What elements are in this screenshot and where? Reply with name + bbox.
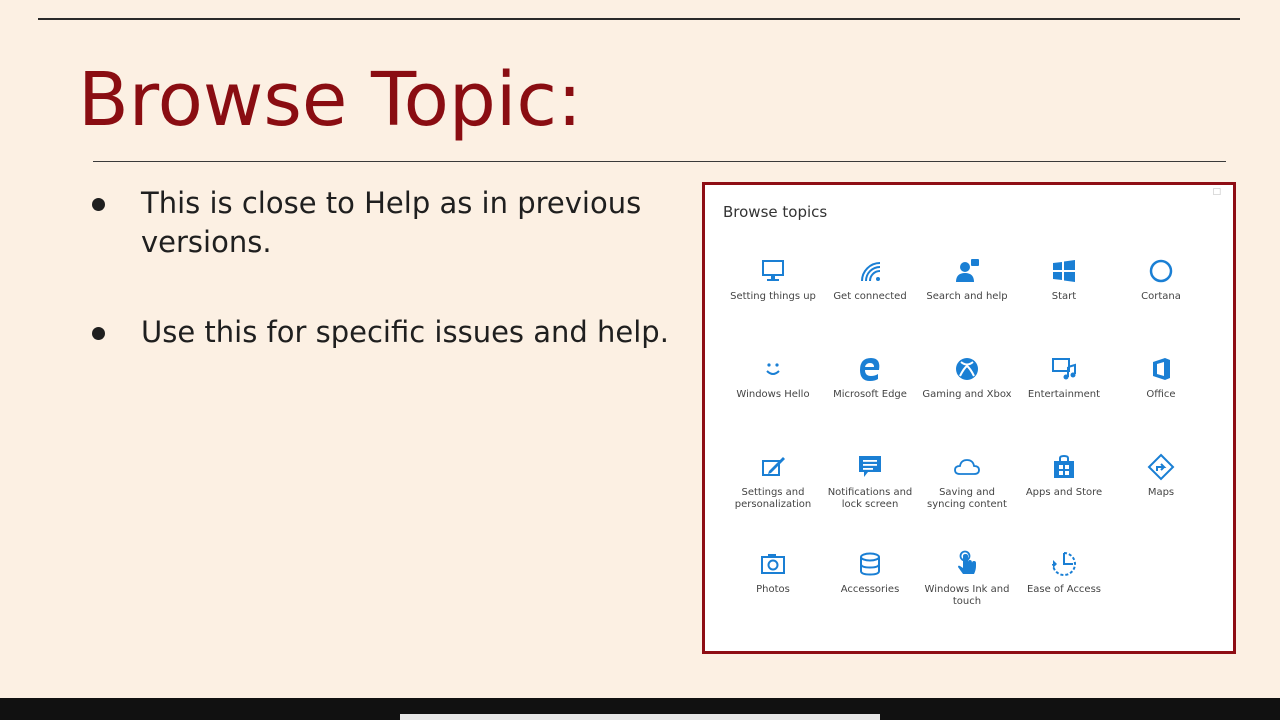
topic-label: Saving and syncing content [927, 487, 1007, 510]
topic-notifications-and-lock-screen[interactable]: Notifications and lock screen [822, 453, 918, 511]
topic-label: Gaming and Xbox [922, 389, 1012, 400]
bottom-strip [400, 714, 880, 720]
monitor-icon [762, 260, 784, 281]
topic-label: Microsoft Edge [833, 389, 907, 400]
topic-label: Accessories [840, 584, 900, 595]
bullet-item: This is close to Help as in previous ver… [88, 184, 688, 262]
topic-entertainment[interactable]: Entertainment [1016, 355, 1112, 401]
topic-windows-hello[interactable]: Windows Hello [725, 355, 821, 401]
notification-icon [859, 456, 881, 477]
smile-icon [766, 363, 780, 375]
topic-label: Ease of Access [1026, 584, 1102, 595]
topic-label: Photos [756, 584, 790, 595]
media-icon [1052, 358, 1076, 380]
bullet-item: Use this for specific issues and help. [88, 313, 688, 352]
slide-title: Browse Topic: [78, 57, 583, 143]
topic-label: Search and help [926, 291, 1008, 302]
xbox-icon [956, 358, 978, 380]
office-icon [1153, 358, 1170, 380]
topic-maps[interactable]: Maps [1113, 453, 1209, 499]
topic-label: Start [1051, 291, 1077, 302]
bullet-text: This is close to Help as in previous ver… [141, 186, 642, 259]
wifi-icon [861, 262, 881, 282]
bullet-dot-icon [92, 327, 105, 340]
bullet-text: Use this for specific issues and help. [141, 315, 669, 349]
database-icon [860, 552, 880, 576]
topic-label: Office [1146, 389, 1176, 400]
topic-label: Setting things up [730, 291, 816, 302]
store-bag-icon [1054, 454, 1074, 478]
topic-label: Windows Ink and touch [924, 584, 1010, 607]
topic-start[interactable]: Start [1016, 257, 1112, 303]
pen-edit-icon [762, 457, 785, 476]
touch-hand-icon [958, 550, 976, 574]
topic-label: Maps [1147, 487, 1175, 498]
camera-icon [761, 554, 785, 574]
bullet-list: This is close to Help as in previous ver… [88, 184, 688, 352]
topic-get-connected[interactable]: Get connected [822, 257, 918, 303]
windows-logo-icon [1053, 260, 1075, 282]
topic-saving-and-syncing-content[interactable]: Saving and syncing content [919, 453, 1015, 511]
topic-accessories[interactable]: Accessories [822, 550, 918, 596]
title-divider [93, 161, 1226, 162]
topic-label: Apps and Store [1025, 487, 1103, 498]
top-divider [38, 18, 1240, 20]
topic-microsoft-edge[interactable]: Microsoft Edge [822, 355, 918, 401]
topic-search-and-help[interactable]: Search and help [919, 257, 1015, 303]
browse-topics-screenshot: Browse topics □ Setting things up Get co… [702, 182, 1236, 654]
topic-label: Cortana [1141, 291, 1181, 302]
edge-icon [860, 358, 880, 381]
ease-of-access-icon [1052, 552, 1076, 576]
topic-label: Entertainment [1027, 389, 1101, 400]
topic-apps-and-store[interactable]: Apps and Store [1016, 453, 1112, 499]
topic-setting-things-up[interactable]: Setting things up [725, 257, 821, 303]
panel-title: Browse topics [723, 203, 828, 221]
topic-photos[interactable]: Photos [725, 550, 821, 596]
topic-windows-ink-and-touch[interactable]: Windows Ink and touch [919, 550, 1015, 608]
topic-gaming-and-xbox[interactable]: Gaming and Xbox [919, 355, 1015, 401]
topic-label: Get connected [833, 291, 907, 302]
topic-label: Notifications and lock screen [827, 487, 913, 510]
circle-icon [1149, 259, 1173, 283]
topic-label: Settings and personalization [734, 487, 812, 510]
topic-ease-of-access[interactable]: Ease of Access [1016, 550, 1112, 596]
map-directions-icon [1147, 453, 1175, 481]
resize-icon: □ [1212, 187, 1221, 197]
bullet-dot-icon [92, 198, 105, 211]
topic-office[interactable]: Office [1113, 355, 1209, 401]
topic-cortana[interactable]: Cortana [1113, 257, 1209, 303]
cloud-icon [954, 459, 980, 475]
topic-settings-and-personalization[interactable]: Settings and personalization [725, 453, 821, 511]
topic-label: Windows Hello [736, 389, 810, 400]
person-help-icon [956, 259, 979, 282]
